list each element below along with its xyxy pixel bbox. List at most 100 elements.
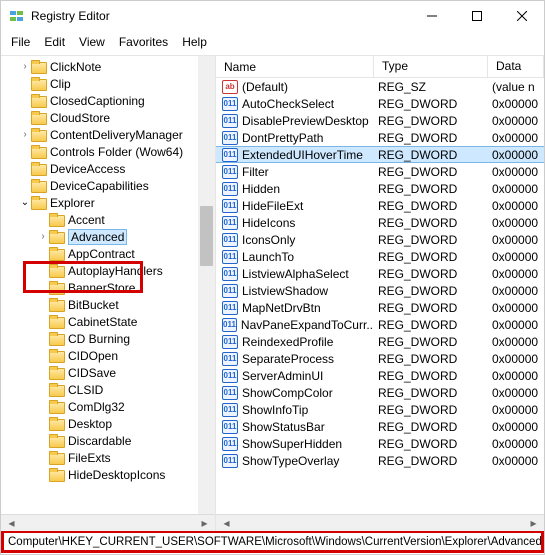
value-name: ListviewShadow [242,284,328,298]
menu-file[interactable]: File [11,35,30,49]
list-row[interactable]: 011ShowCompColorREG_DWORD0x00000 [216,384,544,401]
tree-item[interactable]: CD Burning [1,330,215,347]
menu-view[interactable]: View [79,35,105,49]
tree-item[interactable]: › ContentDeliveryManager [1,126,215,143]
list-row[interactable]: 011HiddenREG_DWORD0x00000 [216,180,544,197]
column-type[interactable]: Type [374,56,488,77]
value-name: DisablePreviewDesktop [242,114,369,128]
folder-icon [49,383,65,397]
value-data: 0x00000 [488,250,544,264]
list-row[interactable]: 011ExtendedUIHoverTimeREG_DWORD0x00000 [216,146,544,163]
menu-favorites[interactable]: Favorites [119,35,168,49]
value-name: (Default) [242,80,288,94]
dword-value-icon: 011 [222,420,238,434]
list-row[interactable]: 011DontPrettyPathREG_DWORD0x00000 [216,129,544,146]
tree-item[interactable]: DeviceCapabilities [1,177,215,194]
tree-item[interactable]: CIDOpen [1,347,215,364]
tree-item[interactable]: Controls Folder (Wow64) [1,143,215,160]
menu-edit[interactable]: Edit [44,35,65,49]
tree-item-label: Controls Folder (Wow64) [50,145,183,159]
list-row[interactable]: 011FilterREG_DWORD0x00000 [216,163,544,180]
folder-icon [31,111,47,125]
tree-vertical-scrollbar[interactable] [198,56,215,514]
list-row[interactable]: 011ReindexedProfileREG_DWORD0x00000 [216,333,544,350]
tree-item[interactable]: BitBucket [1,296,215,313]
tree-item[interactable]: ›Advanced [1,228,215,245]
list-row[interactable]: 011MapNetDrvBtnREG_DWORD0x00000 [216,299,544,316]
list-row[interactable]: ab(Default)REG_SZ(value n [216,78,544,95]
tree-item[interactable]: AutoplayHandlers [1,262,215,279]
tree-item[interactable]: CloudStore [1,109,215,126]
list-row[interactable]: 011SeparateProcessREG_DWORD0x00000 [216,350,544,367]
tree-item[interactable]: HideDesktopIcons [1,466,215,483]
list-row[interactable]: 011ShowStatusBarREG_DWORD0x00000 [216,418,544,435]
value-data: 0x00000 [488,199,544,213]
dword-value-icon: 011 [222,454,238,468]
value-name: ShowSuperHidden [242,437,342,451]
list-row[interactable]: 011IconsOnlyREG_DWORD0x00000 [216,231,544,248]
scroll-left-icon[interactable]: ◂ [3,516,20,530]
list-row[interactable]: 011ShowInfoTipREG_DWORD0x00000 [216,401,544,418]
workspace: › ClickNoteClipClosedCaptioningCloudStore… [1,56,544,531]
list-row[interactable]: 011DisablePreviewDesktopREG_DWORD0x00000 [216,112,544,129]
list-row[interactable]: 011ShowSuperHiddenREG_DWORD0x00000 [216,435,544,452]
tree-item[interactable]: Clip [1,75,215,92]
app-icon [9,8,25,24]
minimize-button[interactable] [409,1,454,31]
list-row[interactable]: 011AutoCheckSelectREG_DWORD0x00000 [216,95,544,112]
tree-item[interactable]: › ClickNote [1,58,215,75]
tree-item[interactable]: CabinetState [1,313,215,330]
list-row[interactable]: 011LaunchToREG_DWORD0x00000 [216,248,544,265]
scroll-right-icon[interactable]: ▸ [196,516,213,530]
scroll-right-icon[interactable]: ▸ [525,516,542,530]
close-button[interactable] [499,1,544,31]
tree-item-label: ClickNote [50,60,101,74]
value-data: 0x00000 [488,369,544,383]
list-row[interactable]: 011ServerAdminUIREG_DWORD0x00000 [216,367,544,384]
chevron-right-icon[interactable]: › [19,61,31,72]
scroll-left-icon[interactable]: ◂ [218,516,235,530]
value-name: ShowTypeOverlay [242,454,339,468]
dword-value-icon: 011 [222,335,238,349]
menu-help[interactable]: Help [182,35,207,49]
tree-item-label: ContentDeliveryManager [50,128,183,142]
tree-item[interactable]: CIDSave [1,364,215,381]
value-type: REG_DWORD [374,301,488,315]
chevron-right-icon[interactable]: › [19,129,31,140]
tree-item[interactable]: CLSID [1,381,215,398]
list-row[interactable]: 011HideFileExtREG_DWORD0x00000 [216,197,544,214]
column-name[interactable]: Name [216,56,374,77]
tree-item[interactable]: ⌄Explorer [1,194,215,211]
list-row[interactable]: 011NavPaneExpandToCurr...REG_DWORD0x0000… [216,316,544,333]
value-data: 0x00000 [488,97,544,111]
tree-item[interactable]: Discardable [1,432,215,449]
tree-item[interactable]: Desktop [1,415,215,432]
list-row[interactable]: 011ShowTypeOverlayREG_DWORD0x00000 [216,452,544,469]
value-name: HideIcons [242,216,295,230]
value-type: REG_DWORD [374,318,488,332]
tree-horizontal-scrollbar[interactable]: ◂ ▸ [1,514,215,531]
dword-value-icon: 011 [222,386,238,400]
value-name: ReindexedProfile [242,335,333,349]
list-horizontal-scrollbar[interactable]: ◂ ▸ [216,514,544,531]
tree-item[interactable]: ComDlg32 [1,398,215,415]
tree-item-label: Discardable [68,434,131,448]
column-data[interactable]: Data [488,56,544,77]
list-row[interactable]: 011ListviewShadowREG_DWORD0x00000 [216,282,544,299]
maximize-button[interactable] [454,1,499,31]
dword-value-icon: 011 [222,284,238,298]
value-type: REG_DWORD [374,335,488,349]
folder-icon [49,468,65,482]
tree-item[interactable]: BannerStore [1,279,215,296]
chevron-right-icon[interactable]: › [37,231,49,242]
tree-item[interactable]: FileExts [1,449,215,466]
folder-icon [31,145,47,159]
tree-item[interactable]: ClosedCaptioning [1,92,215,109]
list-row[interactable]: 011HideIconsREG_DWORD0x00000 [216,214,544,231]
list-row[interactable]: 011ListviewAlphaSelectREG_DWORD0x00000 [216,265,544,282]
dword-value-icon: 011 [222,131,238,145]
tree-item[interactable]: DeviceAccess [1,160,215,177]
tree-item[interactable]: AppContract [1,245,215,262]
tree-item[interactable]: Accent [1,211,215,228]
chevron-down-icon[interactable]: ⌄ [19,197,31,208]
